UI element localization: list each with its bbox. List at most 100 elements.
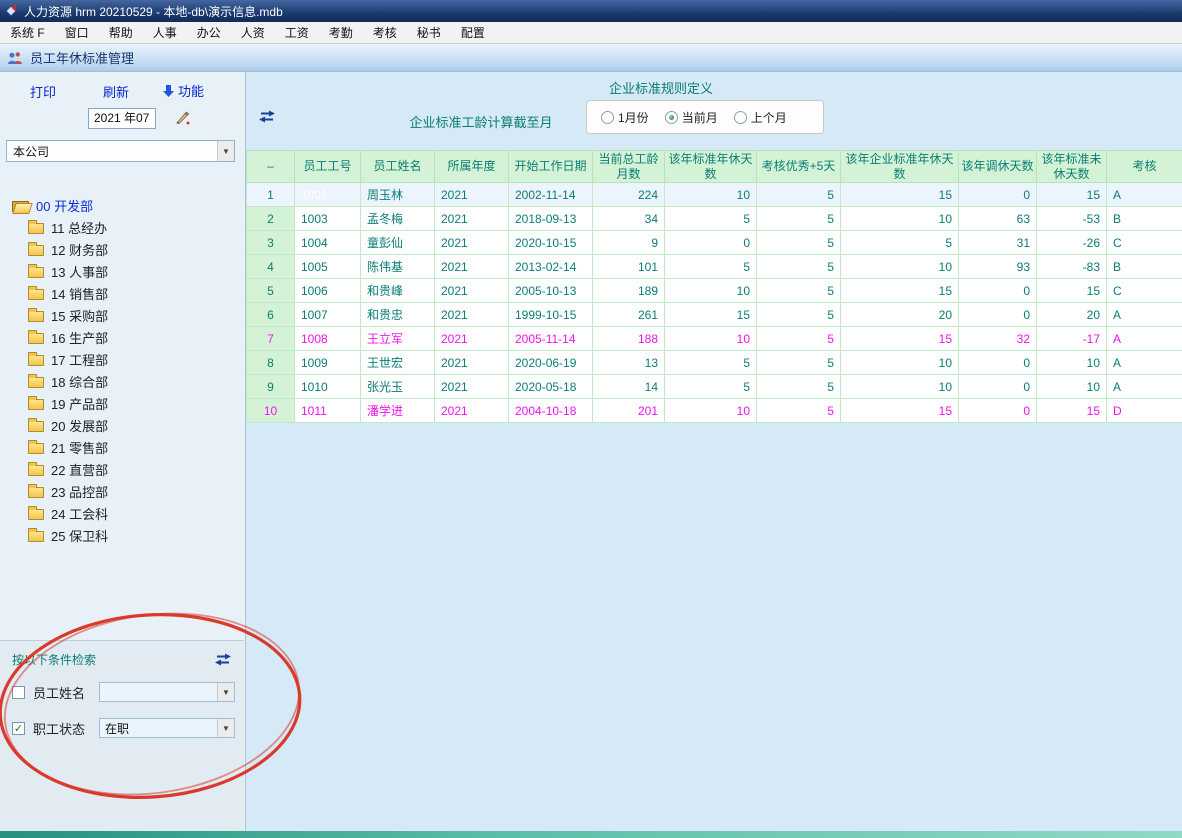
- radio-icon[interactable]: [665, 111, 678, 124]
- cell-enterprise[interactable]: 15: [841, 279, 959, 303]
- cell-grade[interactable]: A: [1107, 183, 1182, 207]
- cell-id[interactable]: 1008: [295, 327, 361, 351]
- cell-unused[interactable]: -83: [1037, 255, 1107, 279]
- cell-num[interactable]: 8: [247, 351, 295, 375]
- cell-months[interactable]: 189: [593, 279, 665, 303]
- column-header[interactable]: 该年调休天数: [959, 151, 1037, 183]
- tree-item[interactable]: 11 总经办: [0, 216, 244, 238]
- cell-grade[interactable]: A: [1107, 327, 1182, 351]
- column-header[interactable]: 该年标准未休天数: [1037, 151, 1107, 183]
- cell-name[interactable]: 陈伟基: [361, 255, 435, 279]
- radio-icon[interactable]: [734, 111, 747, 124]
- cell-num[interactable]: 3: [247, 231, 295, 255]
- tree-item[interactable]: 22 直营部: [0, 458, 244, 480]
- cell-std[interactable]: 0: [665, 231, 757, 255]
- cell-grade[interactable]: C: [1107, 279, 1182, 303]
- filter-combo[interactable]: 在职▼: [99, 718, 235, 738]
- tree-item[interactable]: 23 品控部: [0, 480, 244, 502]
- cell-num[interactable]: 9: [247, 375, 295, 399]
- cell-enterprise[interactable]: 15: [841, 183, 959, 207]
- table-row[interactable]: 11001周玉林20212002-11-1422410515015A: [247, 183, 1182, 207]
- cell-year[interactable]: 2021: [435, 399, 509, 423]
- tree-item-root[interactable]: 00 开发部: [0, 194, 244, 216]
- cell-grade[interactable]: C: [1107, 231, 1182, 255]
- cell-adjust[interactable]: 0: [959, 303, 1037, 327]
- menu-item[interactable]: 秘书: [407, 22, 451, 43]
- cell-start[interactable]: 2005-10-13: [509, 279, 593, 303]
- column-header[interactable]: 考核: [1107, 151, 1182, 183]
- table-row[interactable]: 81009王世宏20212020-06-19135510010A: [247, 351, 1182, 375]
- table-row[interactable]: 31004童彭仙20212020-10-15905531-26C: [247, 231, 1182, 255]
- period-input[interactable]: 2021 年07: [88, 108, 156, 129]
- cell-unused[interactable]: -26: [1037, 231, 1107, 255]
- cell-name[interactable]: 王世宏: [361, 351, 435, 375]
- cell-id[interactable]: 1010: [295, 375, 361, 399]
- tree-item[interactable]: 17 工程部: [0, 348, 244, 370]
- cell-num[interactable]: 2: [247, 207, 295, 231]
- menu-item[interactable]: 考勤: [319, 22, 363, 43]
- tree-item[interactable]: 19 产品部: [0, 392, 244, 414]
- checkbox[interactable]: [12, 686, 25, 699]
- chevron-down-icon[interactable]: ▼: [217, 719, 234, 737]
- cell-months[interactable]: 101: [593, 255, 665, 279]
- cell-id[interactable]: 1003: [295, 207, 361, 231]
- cell-months[interactable]: 34: [593, 207, 665, 231]
- cell-year[interactable]: 2021: [435, 327, 509, 351]
- cell-num[interactable]: 4: [247, 255, 295, 279]
- refresh-button[interactable]: 刷新: [103, 82, 129, 101]
- cell-std[interactable]: 5: [665, 207, 757, 231]
- cell-start[interactable]: 2020-05-18: [509, 375, 593, 399]
- cell-id[interactable]: 1011: [295, 399, 361, 423]
- cell-num[interactable]: 1: [247, 183, 295, 207]
- table-row[interactable]: 91010张光玉20212020-05-18145510010A: [247, 375, 1182, 399]
- cell-unused[interactable]: 10: [1037, 375, 1107, 399]
- cell-start[interactable]: 2002-11-14: [509, 183, 593, 207]
- cell-start[interactable]: 2005-11-14: [509, 327, 593, 351]
- table-row[interactable]: 61007和贵忠20211999-10-1526115520020A: [247, 303, 1182, 327]
- cell-std[interactable]: 15: [665, 303, 757, 327]
- cell-enterprise[interactable]: 10: [841, 375, 959, 399]
- cell-name[interactable]: 和贵忠: [361, 303, 435, 327]
- cell-year[interactable]: 2021: [435, 183, 509, 207]
- tree-item[interactable]: 16 生产部: [0, 326, 244, 348]
- edit-pencil-icon[interactable]: [172, 108, 192, 128]
- menu-item[interactable]: 人资: [231, 22, 275, 43]
- cell-year[interactable]: 2021: [435, 375, 509, 399]
- column-header[interactable]: 该年企业标准年休天数: [841, 151, 959, 183]
- cell-id[interactable]: 1006: [295, 279, 361, 303]
- cell-grade[interactable]: A: [1107, 375, 1182, 399]
- cell-months[interactable]: 224: [593, 183, 665, 207]
- cell-bonus[interactable]: 5: [757, 375, 841, 399]
- cell-num[interactable]: 10: [247, 399, 295, 423]
- tree-item[interactable]: 14 销售部: [0, 282, 244, 304]
- swap-icon[interactable]: [258, 110, 276, 123]
- column-header[interactable]: 员工工号: [295, 151, 361, 183]
- cell-id[interactable]: 1001: [295, 183, 361, 207]
- cell-bonus[interactable]: 5: [757, 303, 841, 327]
- cell-enterprise[interactable]: 10: [841, 351, 959, 375]
- cell-name[interactable]: 王立军: [361, 327, 435, 351]
- cell-unused[interactable]: 20: [1037, 303, 1107, 327]
- cell-months[interactable]: 188: [593, 327, 665, 351]
- cell-std[interactable]: 5: [665, 375, 757, 399]
- cell-bonus[interactable]: 5: [757, 327, 841, 351]
- column-header[interactable]: 考核优秀+5天: [757, 151, 841, 183]
- cell-bonus[interactable]: 5: [757, 231, 841, 255]
- cell-start[interactable]: 2020-10-15: [509, 231, 593, 255]
- cell-adjust[interactable]: 93: [959, 255, 1037, 279]
- column-header[interactable]: 开始工作日期: [509, 151, 593, 183]
- cell-bonus[interactable]: 5: [757, 351, 841, 375]
- radio-option[interactable]: 上个月: [734, 109, 787, 126]
- table-row[interactable]: 41005陈伟基20212013-02-14101551093-83B: [247, 255, 1182, 279]
- cell-std[interactable]: 10: [665, 327, 757, 351]
- menu-item[interactable]: 人事: [143, 22, 187, 43]
- tree-item[interactable]: 15 采购部: [0, 304, 244, 326]
- cell-grade[interactable]: A: [1107, 303, 1182, 327]
- cell-start[interactable]: 2013-02-14: [509, 255, 593, 279]
- column-header[interactable]: 员工姓名: [361, 151, 435, 183]
- cell-grade[interactable]: B: [1107, 255, 1182, 279]
- table-row[interactable]: 101011潘学进20212004-10-1820110515015D: [247, 399, 1182, 423]
- cell-std[interactable]: 10: [665, 183, 757, 207]
- cell-id[interactable]: 1009: [295, 351, 361, 375]
- cell-adjust[interactable]: 0: [959, 399, 1037, 423]
